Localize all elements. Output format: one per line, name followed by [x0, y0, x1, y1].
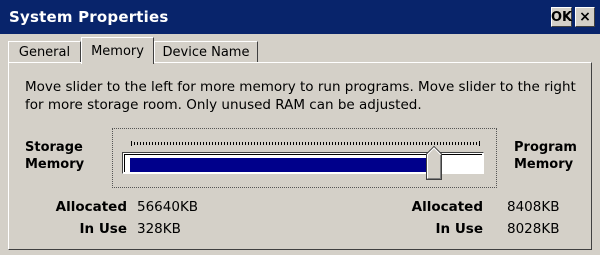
tab-device-name[interactable]: Device Name [154, 41, 258, 62]
program-inuse-label: In Use [435, 221, 484, 237]
slider-ticks [131, 142, 479, 145]
system-properties-window: System Properties OK × General Memory De… [0, 0, 600, 255]
slider-fill [130, 158, 435, 172]
storage-inuse-label: In Use [79, 221, 128, 237]
slider-tick-start [131, 141, 132, 146]
program-allocated-label: Allocated [411, 199, 483, 215]
storage-allocated-label: Allocated [55, 199, 127, 215]
storage-memory-label: Storage Memory [25, 139, 84, 173]
tab-general[interactable]: General [8, 41, 81, 62]
program-label-line2: Memory [514, 157, 574, 172]
program-label-line1: Program [514, 140, 577, 155]
program-allocated-value: 8408KB [507, 199, 560, 215]
close-icon: × [579, 9, 591, 25]
storage-label-line2: Memory [25, 157, 85, 172]
slider-thumb[interactable] [426, 146, 442, 180]
ok-button[interactable]: OK [551, 7, 572, 27]
window-title: System Properties [9, 8, 169, 26]
program-memory-label: Program Memory [514, 139, 577, 173]
tab-memory[interactable]: Memory [81, 37, 154, 64]
storage-allocated-value: 56640KB [137, 199, 199, 215]
storage-label-line1: Storage [25, 140, 83, 155]
memory-description: Move slider to the left for more memory … [25, 79, 576, 113]
storage-inuse-value: 328KB [137, 221, 181, 237]
title-bar: System Properties OK × [0, 0, 600, 34]
slider-tick-end [479, 141, 480, 146]
program-inuse-value: 8028KB [507, 221, 560, 237]
close-button[interactable]: × [575, 7, 595, 27]
